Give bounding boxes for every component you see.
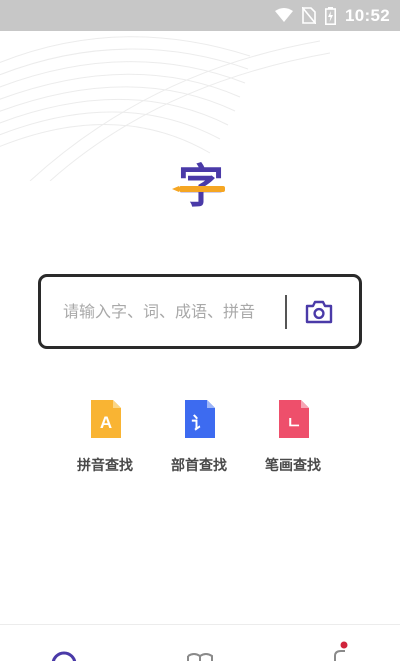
search-bar	[38, 274, 362, 349]
search-input[interactable]	[63, 296, 283, 327]
status-bar: 10:52	[0, 0, 400, 31]
stroke-lookup-label: 笔画查找	[265, 458, 321, 474]
stroke-icon: ㄴ	[279, 400, 309, 438]
camera-icon	[305, 300, 333, 323]
nav-profile-tab[interactable]	[303, 625, 363, 661]
no-sim-icon	[302, 7, 317, 24]
book-icon	[187, 653, 213, 661]
wifi-icon	[275, 8, 294, 22]
battery-charging-icon	[325, 6, 337, 25]
nav-search-tab[interactable]	[35, 625, 95, 661]
bottom-nav	[0, 624, 400, 661]
pinyin-lookup-button[interactable]: A 拼音查找	[60, 398, 150, 475]
pinyin-icon: A	[91, 400, 121, 438]
radical-lookup-label: 部首查找	[171, 458, 227, 474]
nav-book-tab[interactable]	[170, 625, 230, 661]
status-time: 10:52	[345, 5, 390, 25]
radical-lookup-button[interactable]: 讠 部首查找	[154, 398, 244, 475]
search-divider	[285, 294, 287, 329]
radical-icon: 讠	[185, 400, 215, 438]
pinyin-lookup-label: 拼音查找	[77, 458, 133, 474]
app-logo: 字	[170, 155, 232, 217]
camera-button[interactable]	[301, 294, 337, 330]
stroke-lookup-button[interactable]: ㄴ 笔画查找	[248, 398, 338, 475]
svg-text:ㄴ: ㄴ	[287, 413, 302, 432]
notification-badge	[340, 641, 348, 649]
svg-text:讠: 讠	[192, 414, 209, 434]
profile-icon	[334, 641, 348, 661]
svg-text:A: A	[100, 413, 112, 432]
search-icon	[51, 651, 77, 661]
